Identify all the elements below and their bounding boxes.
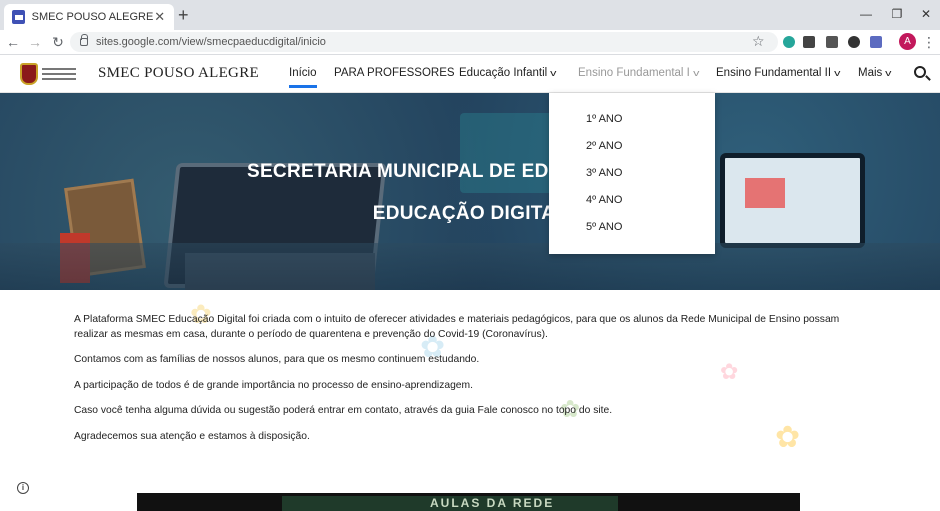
new-tab-icon[interactable]: + [178, 6, 194, 24]
video-embed[interactable]: AULAS DA REDE [137, 493, 800, 511]
restore-icon[interactable]: ❐ [889, 7, 905, 21]
nav-label: Mais [858, 67, 883, 79]
paragraph: A Plataforma SMEC Educação Digital foi c… [74, 314, 840, 340]
nav-item-fundamental-1[interactable]: Ensino Fundamental Iv [578, 67, 700, 79]
extension-icon[interactable] [803, 36, 815, 48]
paragraph: Contamos com as famílias de nossos aluno… [74, 354, 480, 365]
nav-label: Educação Infantil [459, 67, 548, 79]
site-title[interactable]: SMEC POUSO ALEGRE [98, 65, 259, 82]
crest-icon [20, 63, 38, 85]
desk-surface [0, 243, 940, 290]
reload-icon[interactable]: ↻ [50, 34, 66, 50]
nav-item-educacao-infantil[interactable]: Educação Infantil v [459, 67, 557, 79]
extension-icon[interactable] [826, 36, 838, 48]
profile-avatar[interactable]: A [899, 33, 916, 50]
dropdown-item-2-ano[interactable]: 2º ANO [586, 140, 622, 152]
dropdown-item-1-ano[interactable]: 1º ANO [586, 113, 622, 125]
chevron-down-icon: v [834, 68, 841, 78]
dropdown-item-4-ano[interactable]: 4º ANO [586, 194, 622, 206]
tab-title: SMEC POUSO ALEGRE [31, 11, 154, 23]
video-thumbnail: AULAS DA REDE [282, 496, 618, 511]
info-icon[interactable]: i [17, 482, 29, 494]
paragraph: Agradecemos sua atenção e estamos à disp… [74, 430, 310, 442]
chevron-down-icon: v [885, 68, 892, 78]
nav-label: Ensino Fundamental II [716, 67, 832, 79]
hero-banner: SECRETARIA MUNICIPAL DE EDUCAÇÃO PARA ED… [0, 93, 940, 290]
chevron-down-icon: v [550, 68, 557, 78]
site-header: SMEC POUSO ALEGRE Início PARA PROFESSORE… [0, 56, 940, 93]
logo-text-lines [42, 65, 76, 83]
paragraph: Caso você tenha alguma dúvida ou sugestã… [74, 405, 613, 416]
extension-icon[interactable] [783, 36, 795, 48]
nav-label: PARA PROFESSORES [334, 67, 455, 79]
hero-title-line1: SECRETARIA MUNICIPAL DE EDUCAÇÃO PARA [246, 161, 693, 182]
nav-item-inicio[interactable]: Início [289, 67, 317, 88]
nav-item-fundamental-2[interactable]: Ensino Fundamental II v [716, 67, 840, 79]
browser-toolbar: ← → ↻ sites.google.com/view/smecpaeducdi… [0, 30, 940, 55]
dropdown-item-5-ano[interactable]: 5º ANO [586, 221, 622, 233]
download-icon[interactable] [848, 36, 860, 48]
hero-title-line2: EDUCAÇÃO DIGITAL [372, 203, 568, 224]
kebab-menu-icon[interactable]: ⋮ [922, 34, 936, 50]
intro-text: A Plataforma SMEC Educação Digital foi c… [74, 313, 864, 455]
address-bar[interactable]: sites.google.com/view/smecpaeducdigital/… [70, 32, 778, 52]
lock-icon [80, 34, 88, 46]
video-caption: AULAS DA REDE [430, 496, 555, 510]
forward-arrow-icon[interactable]: → [27, 34, 43, 50]
site-favicon-icon [12, 10, 25, 24]
browser-tab[interactable]: SMEC POUSO ALEGRE ✕ [4, 4, 174, 30]
search-icon[interactable] [914, 66, 926, 78]
nav-item-mais[interactable]: Mais v [858, 67, 892, 79]
minimize-icon[interactable]: — [858, 7, 874, 21]
window-close-icon[interactable]: ✕ [918, 7, 934, 21]
site-logo[interactable] [20, 62, 78, 86]
extension-icon[interactable] [870, 36, 882, 48]
url-text: sites.google.com/view/smecpaeducdigital/… [96, 36, 326, 48]
nav-item-professores[interactable]: PARA PROFESSORES [334, 67, 455, 79]
dropdown-item-3-ano[interactable]: 3º ANO [586, 167, 622, 179]
chevron-down-icon: v [692, 68, 700, 78]
close-icon[interactable]: ✕ [153, 9, 166, 25]
nav-label: Início [289, 67, 317, 79]
browser-tab-strip: SMEC POUSO ALEGRE ✕ + — ❐ ✕ [0, 0, 940, 30]
star-icon[interactable]: ☆ [752, 33, 765, 50]
fundamental-1-dropdown: 1º ANO 2º ANO 3º ANO 4º ANO 5º ANO [549, 93, 715, 254]
nav-label: Ensino Fundamental I [578, 67, 690, 79]
back-arrow-icon[interactable]: ← [5, 34, 21, 50]
paragraph: A participação de todos é de grande impo… [74, 379, 473, 391]
